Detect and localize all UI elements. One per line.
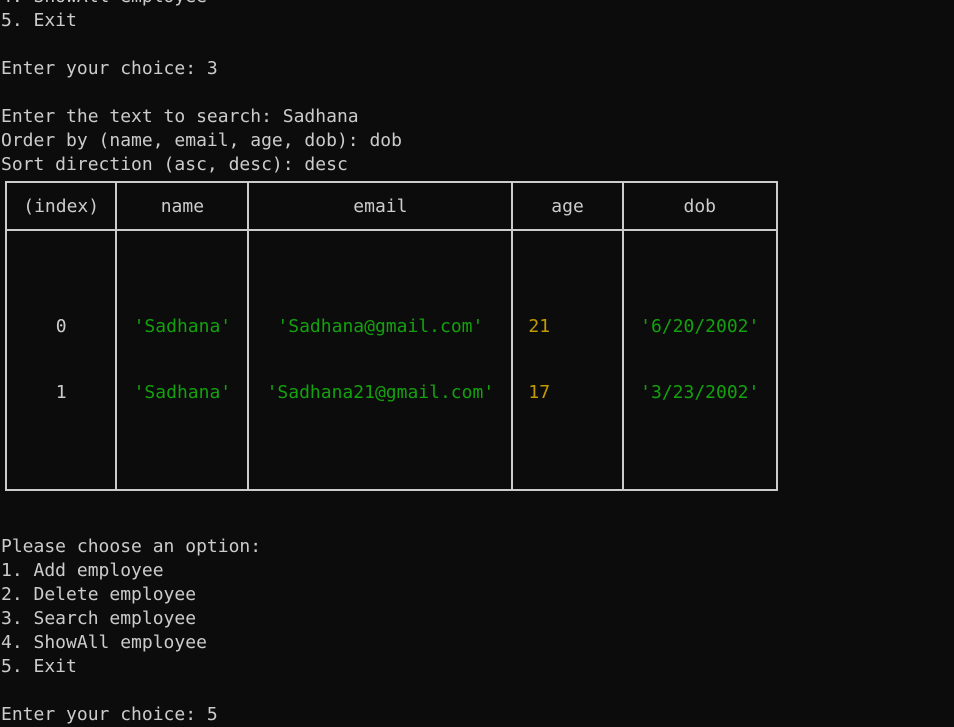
row-0-name: 'Sadhana' xyxy=(133,316,232,337)
dob-cell: '6/20/2002' '3/23/2002' xyxy=(621,229,778,491)
menu-item-add: 1. Add employee xyxy=(1,560,164,581)
row-1-name: 'Sadhana' xyxy=(133,382,232,403)
header-dob: dob xyxy=(621,181,778,231)
row-0-dob: '6/20/2002' xyxy=(640,316,760,337)
row-1-age: 17 xyxy=(528,382,551,403)
row-0-age: 21 xyxy=(528,316,551,337)
row-1-index: 1 xyxy=(55,382,67,403)
menu-title: Please choose an option: xyxy=(1,536,262,557)
results-table: (index) name email age dob 0 1 'Sadhana'… xyxy=(4,181,778,491)
row-0-email: 'Sadhana@gmail.com' xyxy=(277,316,484,337)
age-cell: 21 17 xyxy=(511,229,624,491)
menu-item-partial: 4. ShowAll employee xyxy=(0,0,954,9)
row-0-index: 0 xyxy=(55,316,67,337)
header-index: (index) xyxy=(4,181,118,231)
header-email: email xyxy=(247,181,514,231)
order-prompt: Order by (name, email, age, dob): dob xyxy=(1,130,402,151)
choice-prompt-first: Enter your choice: 3 xyxy=(1,58,218,79)
table-body-row: 0 1 'Sadhana' 'Sadhana' 'Sadhana@gmail.c… xyxy=(4,229,778,491)
header-name: name xyxy=(115,181,250,231)
name-cell: 'Sadhana' 'Sadhana' xyxy=(115,229,250,491)
direction-prompt: Sort direction (asc, desc): desc xyxy=(1,154,348,175)
menu-item-showall: 4. ShowAll employee xyxy=(1,632,207,653)
row-1-dob: '3/23/2002' xyxy=(640,382,760,403)
table-header-row: (index) name email age dob xyxy=(4,181,778,231)
menu-item-search: 3. Search employee xyxy=(1,608,197,629)
menu-item-exit: 5. Exit xyxy=(1,656,77,677)
email-cell: 'Sadhana@gmail.com' 'Sadhana21@gmail.com… xyxy=(247,229,514,491)
index-cell: 0 1 xyxy=(4,229,118,491)
menu-item-exit-top: 5. Exit xyxy=(1,10,77,31)
menu-item-delete: 2. Delete employee xyxy=(1,584,197,605)
search-prompt: Enter the text to search: Sadhana xyxy=(1,106,359,127)
row-1-email: 'Sadhana21@gmail.com' xyxy=(266,382,495,403)
terminal-output: 4. ShowAll employee 5. Exit Enter your c… xyxy=(0,0,954,727)
header-age: age xyxy=(511,181,624,231)
choice-prompt-last[interactable]: Enter your choice: 5 xyxy=(0,703,954,727)
